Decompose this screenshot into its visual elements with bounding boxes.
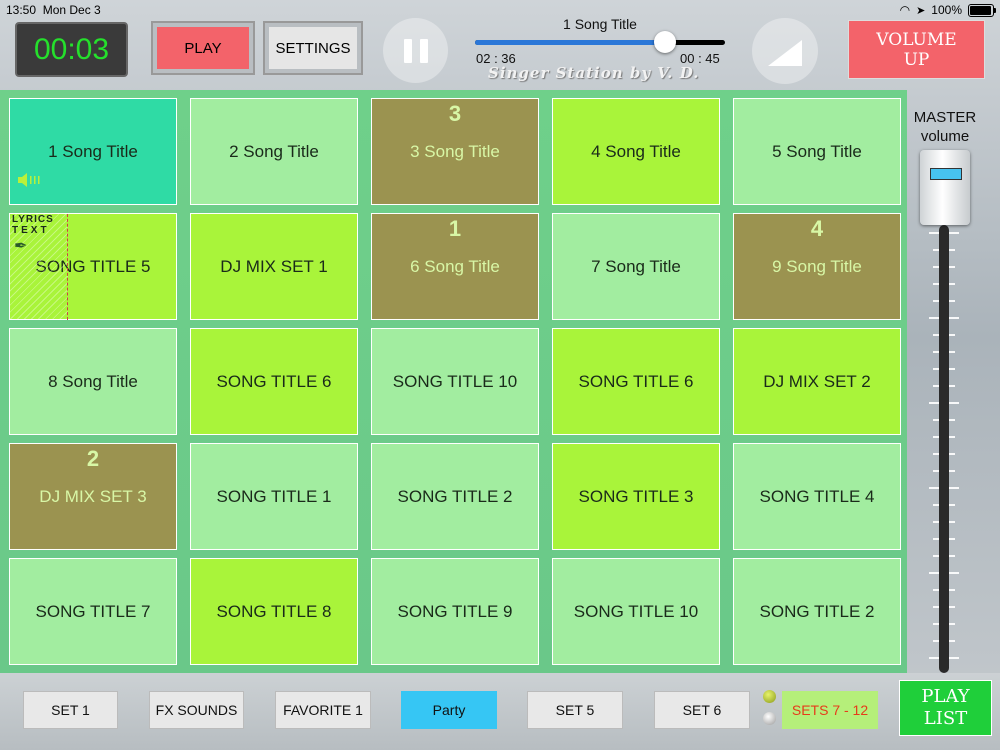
pause-icon [400, 38, 432, 63]
lyrics-label: LYRICS [12, 214, 54, 225]
song-pad-title: SONG TITLE 8 [216, 601, 332, 621]
settings-button-label: SETTINGS [269, 27, 357, 69]
wifi-icon: ◠ [899, 3, 911, 17]
song-pad[interactable]: 4 Song Title [552, 98, 720, 205]
song-pad[interactable]: SONG TITLE 10 [371, 328, 539, 435]
song-pad-title: 1 Song Title [48, 141, 138, 161]
song-pad[interactable]: SONG TITLE 2 [733, 558, 901, 665]
song-pad-title: SONG TITLE 9 [397, 601, 513, 621]
play-list-label: PLAY LIST [921, 686, 970, 729]
progress-slider[interactable] [475, 31, 725, 53]
fade-button[interactable] [752, 18, 818, 84]
volume-up-button[interactable]: VOLUME UP [848, 20, 985, 79]
song-pad-title: 7 Song Title [591, 256, 681, 276]
sets-7-12-button[interactable]: SETS 7 - 12 [782, 691, 878, 729]
progress-thumb[interactable] [654, 31, 676, 53]
song-pad[interactable]: 4 9 Song Title [733, 213, 901, 320]
lyrics-text-badge: LYRICS TEXT ✒ [10, 214, 68, 320]
song-pad-title: DJ MIX SET 1 [220, 256, 328, 276]
song-pad-title: SONG TITLE 2 [397, 486, 513, 506]
set-1-button[interactable]: SET 1 [23, 691, 118, 729]
song-pad[interactable]: 2 DJ MIX SET 3 [9, 443, 177, 550]
song-pad-title: 2 Song Title [229, 141, 319, 161]
set-5-button[interactable]: SET 5 [527, 691, 623, 729]
ramp-icon [768, 40, 802, 66]
status-time: 13:50 [6, 3, 37, 17]
song-pad[interactable]: SONG TITLE 4 [733, 443, 901, 550]
queue-number: 2 [86, 446, 100, 471]
song-pad[interactable]: SONG TITLE 10 [552, 558, 720, 665]
song-pad-title: SONG TITLE 1 [216, 486, 332, 506]
queue-number: 4 [810, 216, 824, 241]
song-pad[interactable]: 7 Song Title [552, 213, 720, 320]
song-pad[interactable]: 5 Song Title [733, 98, 901, 205]
song-pad-title: DJ MIX SET 3 [39, 486, 147, 506]
song-pad-title: SONG TITLE 6 [216, 371, 332, 391]
song-pad-title: 8 Song Title [48, 371, 138, 391]
now-playing-title: 1 Song Title [563, 16, 637, 32]
queue-number: 3 [448, 101, 462, 126]
song-pad[interactable]: SONG TITLE 9 [371, 558, 539, 665]
song-pad[interactable]: LYRICS TEXT ✒ SONG TITLE 5 [9, 213, 177, 320]
master-volume-track[interactable] [939, 225, 949, 673]
song-pad[interactable]: SONG TITLE 7 [9, 558, 177, 665]
song-pad[interactable]: 1 Song Title [9, 98, 177, 205]
favorite-1-button[interactable]: FAVORITE 1 [275, 691, 371, 729]
song-pad-title: SONG TITLE 6 [578, 371, 694, 391]
song-pad-title: 6 Song Title [410, 256, 500, 276]
master-volume-fader[interactable] [920, 150, 970, 225]
battery-percent: 100% [931, 3, 962, 17]
pause-button[interactable] [383, 18, 448, 83]
song-pad[interactable]: DJ MIX SET 1 [190, 213, 358, 320]
location-icon: ➤ [916, 4, 926, 17]
song-pad[interactable]: 3 3 Song Title [371, 98, 539, 205]
song-pad[interactable]: 2 Song Title [190, 98, 358, 205]
text-label: TEXT [12, 225, 50, 236]
party-button[interactable]: Party [401, 691, 497, 729]
song-pad-title: SONG TITLE 10 [573, 601, 699, 621]
song-grid: 1 Song Title 2 Song Title 3 3 Song Title 4 S… [0, 90, 907, 673]
play-button-label: PLAY [157, 27, 249, 69]
song-pad-title: 5 Song Title [772, 141, 862, 161]
song-pad[interactable]: SONG TITLE 2 [371, 443, 539, 550]
progress-fill [475, 40, 665, 45]
settings-button[interactable]: SETTINGS [263, 21, 363, 75]
indicator-led-off [763, 712, 776, 725]
play-button[interactable]: PLAY [151, 21, 255, 75]
song-pad-title: 9 Song Title [772, 256, 862, 276]
song-pad-title: 4 Song Title [591, 141, 681, 161]
song-pad[interactable]: SONG TITLE 1 [190, 443, 358, 550]
brand-logo: Singer Station by V. D. [488, 64, 700, 82]
song-pad-title: SONG TITLE 4 [759, 486, 875, 506]
queue-number: 1 [448, 216, 462, 241]
song-pad-title: DJ MIX SET 2 [763, 371, 871, 391]
song-pad[interactable]: SONG TITLE 6 [552, 328, 720, 435]
speaker-icon [18, 173, 40, 187]
battery-icon [968, 3, 996, 17]
quill-icon: ✒ [14, 238, 28, 255]
volume-up-label: VOLUME UP [876, 29, 957, 70]
fader-led [930, 168, 962, 180]
song-pad-title: SONG TITLE 3 [578, 486, 694, 506]
song-pad-title: SONG TITLE 7 [35, 601, 151, 621]
elapsed-timer: 00:03 [15, 22, 128, 77]
song-pad[interactable]: SONG TITLE 8 [190, 558, 358, 665]
song-pad-title: SONG TITLE 10 [392, 371, 518, 391]
song-pad[interactable]: 8 Song Title [9, 328, 177, 435]
song-pad[interactable]: 1 6 Song Title [371, 213, 539, 320]
song-pad[interactable]: SONG TITLE 6 [190, 328, 358, 435]
song-pad[interactable]: DJ MIX SET 2 [733, 328, 901, 435]
indicator-led-on [763, 690, 776, 703]
song-pad-title: 3 Song Title [410, 141, 500, 161]
status-date: Mon Dec 3 [42, 3, 101, 17]
master-title: MASTER [913, 109, 977, 126]
master-subtitle: volume [920, 128, 970, 145]
song-pad-title: SONG TITLE 2 [759, 601, 875, 621]
set-6-button[interactable]: SET 6 [654, 691, 750, 729]
fx-sounds-button[interactable]: FX SOUNDS [149, 691, 244, 729]
song-pad[interactable]: SONG TITLE 3 [552, 443, 720, 550]
play-list-button[interactable]: PLAY LIST [899, 680, 992, 736]
master-volume-label: MASTER volume [905, 108, 985, 146]
